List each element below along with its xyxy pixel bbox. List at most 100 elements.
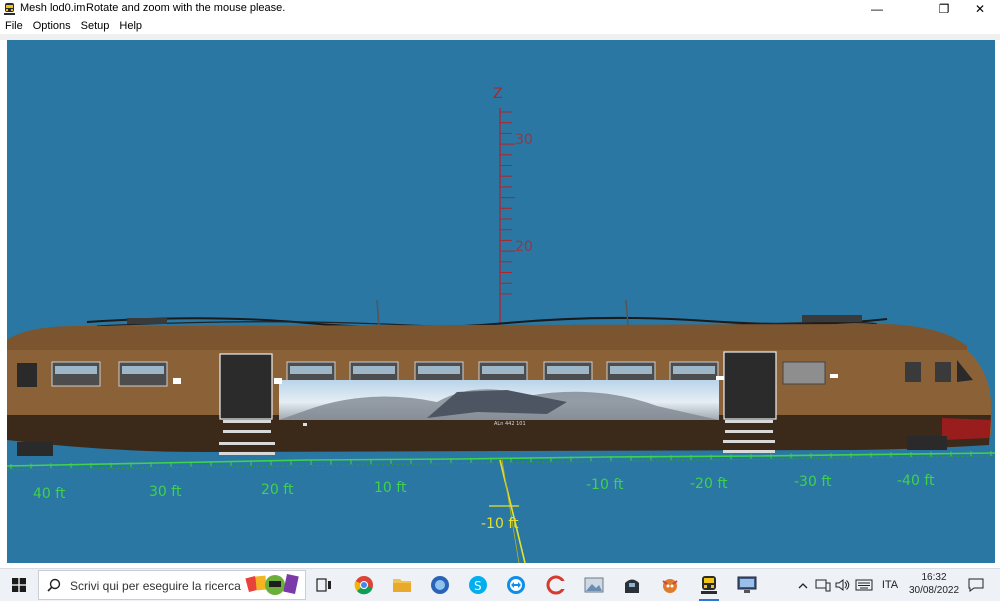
menu-setup[interactable]: Setup xyxy=(76,18,115,34)
window-glass xyxy=(418,366,460,374)
language-indicator: ITA xyxy=(881,579,899,591)
globe-app-icon xyxy=(431,576,449,594)
search-placeholder: Scrivi qui per eseguire la ricerca xyxy=(70,579,241,593)
windows-start-icon xyxy=(12,578,26,592)
sign-door xyxy=(274,378,282,384)
locomotive-app-button[interactable] xyxy=(620,573,644,597)
clock-date: 30/08/2022 xyxy=(908,585,960,596)
tray-overflow[interactable] xyxy=(795,569,811,601)
roof-equipment-left xyxy=(127,318,167,324)
chrome-icon xyxy=(354,576,373,595)
pantograph-right xyxy=(625,299,629,327)
ground-axis: 40 ft 30 ft 20 ft 10 ft -10 ft -20 ft -3… xyxy=(7,451,995,502)
tray-language[interactable]: ITA xyxy=(877,569,903,601)
window-message: Rotate and zoom with the mouse please. xyxy=(86,2,286,14)
train-roof xyxy=(7,324,967,352)
z-axis-ticks xyxy=(500,111,515,295)
menu-options[interactable]: Options xyxy=(28,18,76,34)
roof-equipment-right xyxy=(802,315,862,322)
search-icon xyxy=(47,578,61,592)
monitor-app-icon xyxy=(737,576,757,593)
depth-axis: -10 ft xyxy=(481,459,526,563)
pantograph-left xyxy=(376,299,380,327)
depth-axis-line xyxy=(499,459,526,563)
z-tick-label-20: 20 xyxy=(515,239,533,255)
title-bar: Mesh lod0.im Rotate and zoom with the mo… xyxy=(0,0,1000,18)
svg-text:S: S xyxy=(474,579,482,593)
search-highlight-icon xyxy=(245,573,299,595)
tray-keyboard[interactable] xyxy=(853,569,875,601)
restore-icon: ❐ xyxy=(938,2,950,16)
front-window-2 xyxy=(905,362,921,382)
task-view-icon xyxy=(316,578,331,592)
menu-file[interactable]: File xyxy=(0,18,28,34)
notifications-button[interactable] xyxy=(965,569,987,601)
sign-left xyxy=(173,378,181,384)
start-button[interactable] xyxy=(0,569,38,601)
ground-label-neg30: -30 ft xyxy=(794,474,832,490)
menu-help[interactable]: Help xyxy=(114,18,147,34)
game-app-button[interactable] xyxy=(658,573,682,597)
notification-icon xyxy=(968,578,984,592)
restore-button[interactable]: ❐ xyxy=(927,0,961,18)
window-glass xyxy=(353,366,395,374)
skype-icon: S xyxy=(469,576,487,594)
taskbar-clock[interactable]: 16:32 30/08/2022 xyxy=(905,571,963,597)
z-axis: Z 30 20 xyxy=(493,86,533,330)
sign-right xyxy=(716,376,724,380)
ground-label-20: 20 ft xyxy=(261,482,294,498)
ccleaner-button[interactable] xyxy=(544,573,568,597)
task-view-button[interactable] xyxy=(312,573,336,597)
close-button[interactable]: ✕ xyxy=(963,0,997,18)
minimize-icon: — xyxy=(871,2,883,16)
door-left xyxy=(219,353,273,420)
z-axis-label: Z xyxy=(493,86,503,102)
menu-bar: File Options Setup Help xyxy=(0,18,1000,34)
mesh-viewport[interactable]: Z 30 20 ALn 442 101 40 ft 30 ft 20 ft 10… xyxy=(7,40,995,563)
window-glass xyxy=(610,366,652,374)
ground-label-neg40: -40 ft xyxy=(897,473,935,489)
window-glass xyxy=(290,366,332,374)
mesh-viewer-taskbar-button[interactable] xyxy=(697,573,721,601)
depth-axis-shadow xyxy=(501,459,520,563)
creature-app-icon xyxy=(662,579,678,593)
door-right xyxy=(723,351,777,420)
file-explorer-button[interactable] xyxy=(390,573,414,597)
bogie-front xyxy=(907,436,947,450)
network-icon xyxy=(815,579,831,592)
train-model: ALn 442 101 xyxy=(7,299,991,456)
ground-label-neg10: -10 ft xyxy=(586,477,624,493)
chrome-button[interactable] xyxy=(352,573,376,597)
keyboard-icon xyxy=(855,579,873,591)
close-icon: ✕ xyxy=(974,2,986,16)
speaker-icon xyxy=(835,579,850,591)
minimize-button[interactable]: — xyxy=(860,0,894,18)
ground-label-10: 10 ft xyxy=(374,480,407,496)
teamviewer-icon xyxy=(507,576,525,594)
depth-label: -10 ft xyxy=(481,516,519,532)
ccleaner-icon xyxy=(546,575,566,595)
sign-front xyxy=(830,374,838,378)
tray-network[interactable] xyxy=(813,569,833,601)
window-title: Mesh lod0.im xyxy=(20,2,86,14)
photos-button[interactable] xyxy=(582,573,606,597)
front-skirt xyxy=(942,418,991,440)
ground-label-30: 30 ft xyxy=(149,484,182,500)
front-window-1 xyxy=(782,361,826,385)
image-viewer-icon xyxy=(584,577,604,593)
window-glass xyxy=(673,366,715,374)
skype-button[interactable]: S xyxy=(466,573,490,597)
tray-volume[interactable] xyxy=(833,569,853,601)
ground-label-neg20: -20 ft xyxy=(690,476,728,492)
remote-desktop-button[interactable] xyxy=(735,573,759,597)
locomotive-icon xyxy=(625,579,639,593)
window-glass xyxy=(122,366,164,374)
window-glass xyxy=(55,366,97,374)
app-globe-button[interactable] xyxy=(428,573,452,597)
train-app-icon xyxy=(4,3,15,15)
window-glass xyxy=(547,366,589,374)
rear-cab-window xyxy=(17,363,37,387)
ground-label-40: 40 ft xyxy=(33,486,66,502)
teamviewer-button[interactable] xyxy=(504,573,528,597)
mesh-scene: Z 30 20 ALn 442 101 40 ft 30 ft 20 ft 10… xyxy=(7,86,995,563)
